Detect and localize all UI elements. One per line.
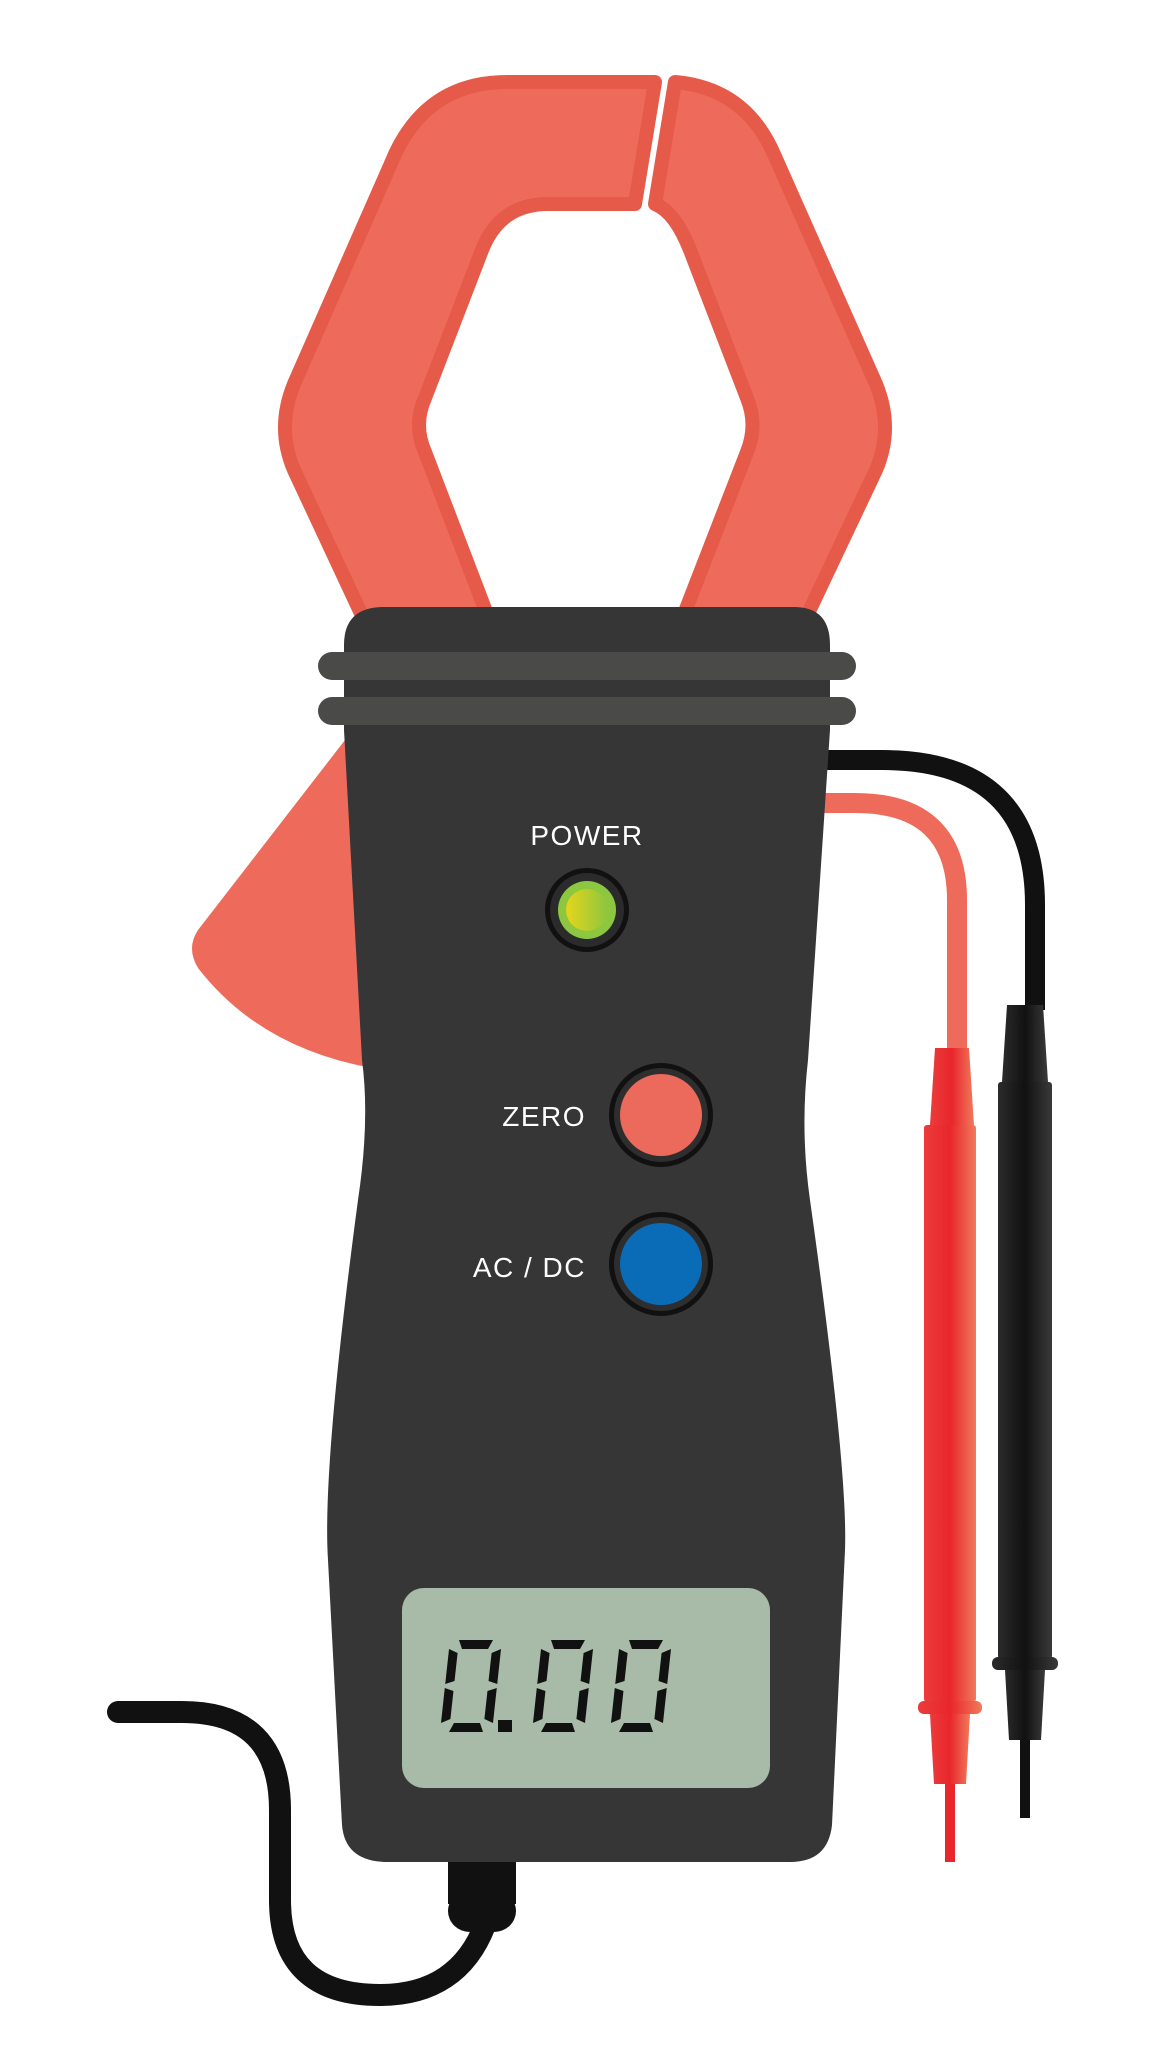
- clamp-trigger[interactable]: [192, 740, 372, 1068]
- circle-button-icon[interactable]: [620, 1223, 702, 1305]
- lcd-decimal-point: [498, 1720, 512, 1732]
- lcd-screen: [402, 1588, 770, 1788]
- red-probe-icon[interactable]: [918, 1048, 982, 1862]
- red-probe-wire: [820, 793, 967, 1055]
- led-indicator-icon: [545, 868, 629, 952]
- black-probe-icon[interactable]: [992, 1005, 1058, 1818]
- circle-button-icon[interactable]: [620, 1074, 702, 1156]
- acdc-button[interactable]: [609, 1212, 713, 1316]
- zero-button[interactable]: [609, 1063, 713, 1167]
- clamp-jaw-icon: [278, 75, 892, 629]
- clamp-jaw-right: [648, 75, 892, 629]
- zero-label: ZERO: [502, 1101, 586, 1132]
- clamp-meter-illustration: POWER ZERO AC / DC: [107, 75, 1058, 2007]
- cable-connector: [448, 1862, 516, 1932]
- power-label: POWER: [530, 820, 643, 851]
- clamp-jaw-left: [278, 75, 662, 629]
- acdc-label: AC / DC: [473, 1252, 586, 1283]
